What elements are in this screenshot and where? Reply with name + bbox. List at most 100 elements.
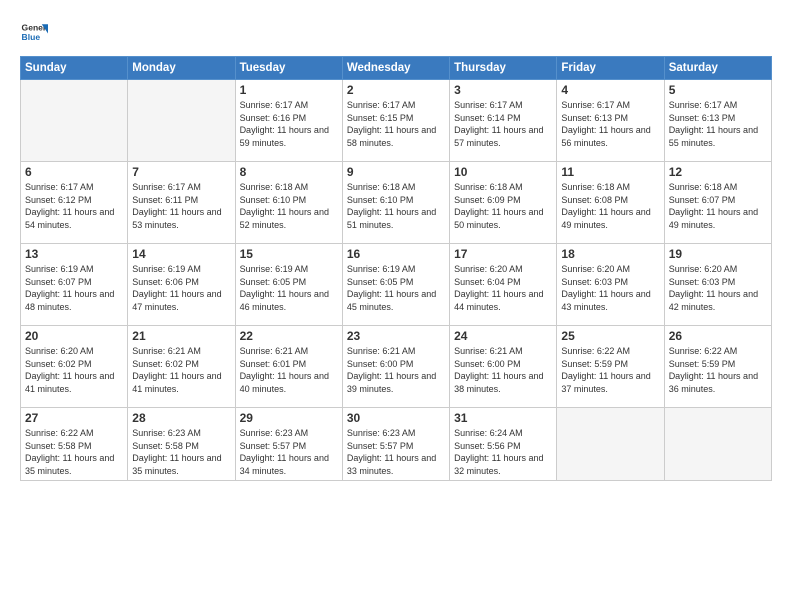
- day-info: Sunrise: 6:17 AMSunset: 6:12 PMDaylight:…: [25, 181, 123, 231]
- day-info: Sunrise: 6:18 AMSunset: 6:10 PMDaylight:…: [240, 181, 338, 231]
- day-number: 16: [347, 247, 445, 261]
- calendar-cell: 6 Sunrise: 6:17 AMSunset: 6:12 PMDaylight…: [21, 162, 128, 244]
- day-info: Sunrise: 6:21 AMSunset: 6:00 PMDaylight:…: [454, 345, 552, 395]
- calendar-cell: [664, 408, 771, 481]
- day-number: 29: [240, 411, 338, 425]
- day-number: 28: [132, 411, 230, 425]
- calendar-cell: [21, 80, 128, 162]
- day-number: 20: [25, 329, 123, 343]
- weekday-friday: Friday: [557, 57, 664, 80]
- calendar-cell: 24 Sunrise: 6:21 AMSunset: 6:00 PMDayligh…: [450, 326, 557, 408]
- day-info: Sunrise: 6:23 AMSunset: 5:58 PMDaylight:…: [132, 427, 230, 477]
- svg-text:Blue: Blue: [22, 32, 41, 42]
- day-info: Sunrise: 6:24 AMSunset: 5:56 PMDaylight:…: [454, 427, 552, 477]
- day-info: Sunrise: 6:23 AMSunset: 5:57 PMDaylight:…: [240, 427, 338, 477]
- day-info: Sunrise: 6:22 AMSunset: 5:58 PMDaylight:…: [25, 427, 123, 477]
- day-info: Sunrise: 6:20 AMSunset: 6:03 PMDaylight:…: [669, 263, 767, 313]
- calendar-cell: 4 Sunrise: 6:17 AMSunset: 6:13 PMDaylight…: [557, 80, 664, 162]
- day-number: 4: [561, 83, 659, 97]
- calendar-cell: 12Sunrise: 6:18 AMSunset: 6:07 PMDayligh…: [664, 162, 771, 244]
- day-info: Sunrise: 6:17 AMSunset: 6:13 PMDaylight:…: [561, 99, 659, 149]
- day-info: Sunrise: 6:20 AMSunset: 6:02 PMDaylight:…: [25, 345, 123, 395]
- calendar-cell: 10Sunrise: 6:18 AMSunset: 6:09 PMDayligh…: [450, 162, 557, 244]
- day-number: 17: [454, 247, 552, 261]
- calendar-cell: 2Sunrise: 6:17 AMSunset: 6:15 PMDaylight…: [342, 80, 449, 162]
- calendar-body: 1 Sunrise: 6:17 AMSunset: 6:16 PMDaylight…: [21, 80, 772, 481]
- header: General Blue: [20, 18, 772, 46]
- day-number: 18: [561, 247, 659, 261]
- weekday-tuesday: Tuesday: [235, 57, 342, 80]
- calendar-cell: 15Sunrise: 6:19 AMSunset: 6:05 PMDayligh…: [235, 244, 342, 326]
- calendar-cell: [557, 408, 664, 481]
- day-number: 7: [132, 165, 230, 179]
- calendar-cell: 28 Sunrise: 6:23 AMSunset: 5:58 PMDayligh…: [128, 408, 235, 481]
- calendar-cell: 25Sunrise: 6:22 AMSunset: 5:59 PMDayligh…: [557, 326, 664, 408]
- day-number: 8: [240, 165, 338, 179]
- calendar-cell: 5Sunrise: 6:17 AMSunset: 6:13 PMDaylight…: [664, 80, 771, 162]
- calendar-cell: 13Sunrise: 6:19 AMSunset: 6:07 PMDayligh…: [21, 244, 128, 326]
- logo: General Blue: [20, 18, 48, 46]
- weekday-wednesday: Wednesday: [342, 57, 449, 80]
- day-number: 25: [561, 329, 659, 343]
- calendar-cell: 18 Sunrise: 6:20 AMSunset: 6:03 PMDayligh…: [557, 244, 664, 326]
- day-info: Sunrise: 6:17 AMSunset: 6:16 PMDaylight:…: [240, 99, 338, 149]
- day-number: 14: [132, 247, 230, 261]
- calendar-cell: 14 Sunrise: 6:19 AMSunset: 6:06 PMDayligh…: [128, 244, 235, 326]
- week-row-4: 20 Sunrise: 6:20 AMSunset: 6:02 PMDayligh…: [21, 326, 772, 408]
- calendar-cell: 27 Sunrise: 6:22 AMSunset: 5:58 PMDayligh…: [21, 408, 128, 481]
- day-info: Sunrise: 6:17 AMSunset: 6:13 PMDaylight:…: [669, 99, 767, 149]
- day-number: 1: [240, 83, 338, 97]
- calendar-cell: 17 Sunrise: 6:20 AMSunset: 6:04 PMDayligh…: [450, 244, 557, 326]
- calendar-cell: 22 Sunrise: 6:21 AMSunset: 6:01 PMDayligh…: [235, 326, 342, 408]
- calendar-cell: 26 Sunrise: 6:22 AMSunset: 5:59 PMDayligh…: [664, 326, 771, 408]
- calendar-cell: 3 Sunrise: 6:17 AMSunset: 6:14 PMDaylight…: [450, 80, 557, 162]
- day-number: 19: [669, 247, 767, 261]
- calendar-cell: 16 Sunrise: 6:19 AMSunset: 6:05 PMDayligh…: [342, 244, 449, 326]
- week-row-1: 1 Sunrise: 6:17 AMSunset: 6:16 PMDaylight…: [21, 80, 772, 162]
- calendar-cell: 20 Sunrise: 6:20 AMSunset: 6:02 PMDayligh…: [21, 326, 128, 408]
- day-number: 23: [347, 329, 445, 343]
- day-info: Sunrise: 6:19 AMSunset: 6:05 PMDaylight:…: [347, 263, 445, 313]
- day-info: Sunrise: 6:17 AMSunset: 6:14 PMDaylight:…: [454, 99, 552, 149]
- calendar-cell: 8 Sunrise: 6:18 AMSunset: 6:10 PMDaylight…: [235, 162, 342, 244]
- day-info: Sunrise: 6:22 AMSunset: 5:59 PMDaylight:…: [669, 345, 767, 395]
- general-blue-logo-icon: General Blue: [20, 18, 48, 46]
- day-number: 27: [25, 411, 123, 425]
- day-number: 22: [240, 329, 338, 343]
- day-info: Sunrise: 6:20 AMSunset: 6:03 PMDaylight:…: [561, 263, 659, 313]
- calendar-cell: 9 Sunrise: 6:18 AMSunset: 6:10 PMDaylight…: [342, 162, 449, 244]
- day-number: 3: [454, 83, 552, 97]
- day-info: Sunrise: 6:23 AMSunset: 5:57 PMDaylight:…: [347, 427, 445, 477]
- week-row-2: 6 Sunrise: 6:17 AMSunset: 6:12 PMDaylight…: [21, 162, 772, 244]
- day-info: Sunrise: 6:17 AMSunset: 6:15 PMDaylight:…: [347, 99, 445, 149]
- week-row-3: 13Sunrise: 6:19 AMSunset: 6:07 PMDayligh…: [21, 244, 772, 326]
- day-number: 24: [454, 329, 552, 343]
- calendar-cell: 21Sunrise: 6:21 AMSunset: 6:02 PMDayligh…: [128, 326, 235, 408]
- calendar: SundayMondayTuesdayWednesdayThursdayFrid…: [20, 56, 772, 481]
- day-info: Sunrise: 6:18 AMSunset: 6:10 PMDaylight:…: [347, 181, 445, 231]
- day-number: 9: [347, 165, 445, 179]
- day-number: 13: [25, 247, 123, 261]
- day-info: Sunrise: 6:19 AMSunset: 6:06 PMDaylight:…: [132, 263, 230, 313]
- calendar-cell: 31 Sunrise: 6:24 AMSunset: 5:56 PMDayligh…: [450, 408, 557, 481]
- calendar-cell: 19 Sunrise: 6:20 AMSunset: 6:03 PMDayligh…: [664, 244, 771, 326]
- day-info: Sunrise: 6:21 AMSunset: 6:02 PMDaylight:…: [132, 345, 230, 395]
- weekday-thursday: Thursday: [450, 57, 557, 80]
- day-number: 31: [454, 411, 552, 425]
- day-info: Sunrise: 6:17 AMSunset: 6:11 PMDaylight:…: [132, 181, 230, 231]
- day-info: Sunrise: 6:18 AMSunset: 6:08 PMDaylight:…: [561, 181, 659, 231]
- weekday-sunday: Sunday: [21, 57, 128, 80]
- day-info: Sunrise: 6:21 AMSunset: 6:01 PMDaylight:…: [240, 345, 338, 395]
- day-info: Sunrise: 6:20 AMSunset: 6:04 PMDaylight:…: [454, 263, 552, 313]
- calendar-cell: [128, 80, 235, 162]
- day-number: 30: [347, 411, 445, 425]
- day-info: Sunrise: 6:21 AMSunset: 6:00 PMDaylight:…: [347, 345, 445, 395]
- day-number: 11: [561, 165, 659, 179]
- calendar-cell: 11 Sunrise: 6:18 AMSunset: 6:08 PMDayligh…: [557, 162, 664, 244]
- day-number: 26: [669, 329, 767, 343]
- weekday-saturday: Saturday: [664, 57, 771, 80]
- calendar-cell: 7 Sunrise: 6:17 AMSunset: 6:11 PMDaylight…: [128, 162, 235, 244]
- week-row-5: 27 Sunrise: 6:22 AMSunset: 5:58 PMDayligh…: [21, 408, 772, 481]
- day-number: 6: [25, 165, 123, 179]
- day-number: 15: [240, 247, 338, 261]
